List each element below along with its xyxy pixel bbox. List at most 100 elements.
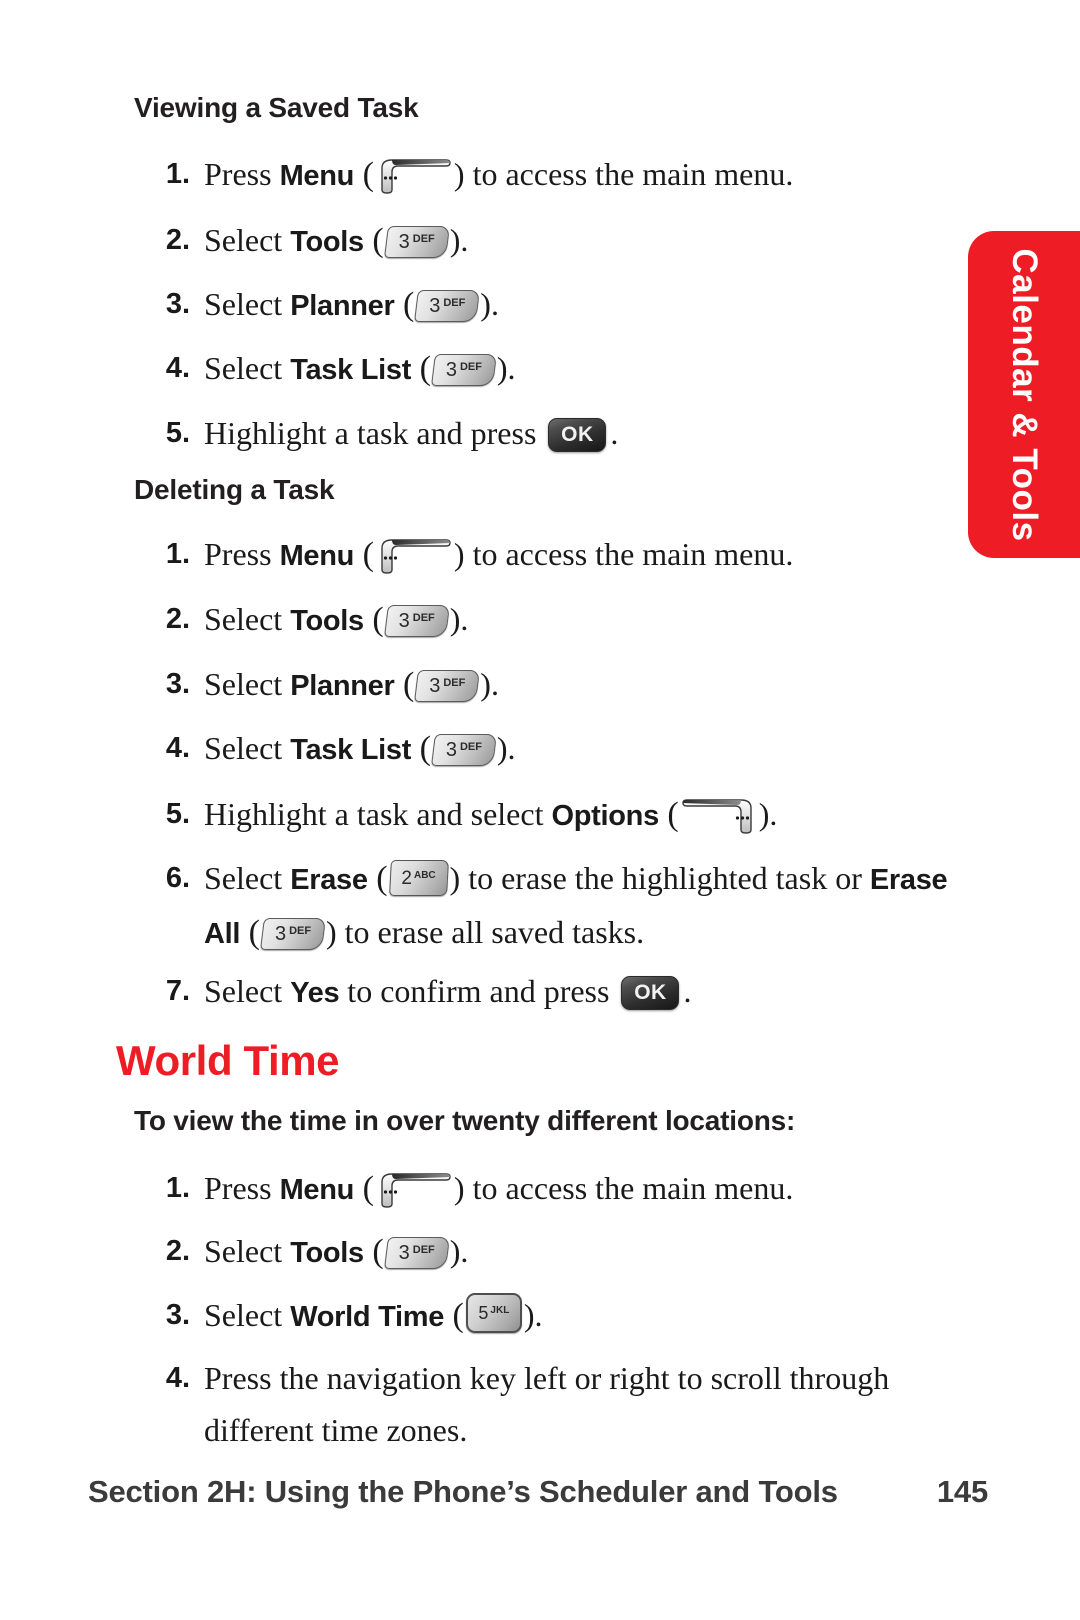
- key-3-def-icon: 3 DEF: [430, 354, 497, 386]
- heading-viewing-a-saved-task: Viewing a Saved Task: [134, 92, 419, 123]
- paren-open: (: [354, 156, 374, 193]
- paren-open: (: [444, 1297, 464, 1334]
- step-number: 1.: [165, 538, 190, 570]
- key-letters: DEF: [412, 1244, 435, 1256]
- soft-left-key-icon: [376, 1170, 452, 1210]
- step-number: 2.: [165, 603, 190, 635]
- key-3-def-icon: 3 DEF: [260, 918, 326, 950]
- step-text-post: ).: [480, 286, 499, 322]
- step-number: 7.: [165, 975, 190, 1007]
- step-number: 4.: [165, 352, 190, 384]
- heading-deleting-a-task: Deleting a Task: [134, 474, 335, 505]
- soft-left-key-icon: [376, 156, 452, 196]
- step-text-pre: Select: [204, 1233, 291, 1269]
- step-text-pre: Press the navigation key left or right t…: [204, 1360, 890, 1448]
- step-text-post: ).: [758, 796, 778, 832]
- paren-open: (: [411, 730, 431, 767]
- step-text-pre: Select: [204, 601, 291, 637]
- key-2-abc-icon: 2 ABC: [388, 860, 449, 896]
- step-text-pre: Select: [204, 286, 291, 322]
- key-3-def-icon: 3 DEF: [430, 734, 497, 766]
- step-bold-options: Options: [551, 800, 659, 832]
- step-bold-planner: Planner: [290, 670, 395, 702]
- paren-open: (: [394, 666, 415, 703]
- key-letters: DEF: [459, 361, 482, 373]
- step-bold-tools: Tools: [290, 226, 364, 258]
- step-text-post-2: ) to erase all saved tasks.: [326, 914, 645, 950]
- key-3-def-icon: 3 DEF: [414, 670, 481, 702]
- footer-section-title: Section 2H: Using the Phone’s Scheduler …: [88, 1474, 838, 1509]
- paren-open: (: [658, 796, 679, 833]
- step-world-4: 4. Press the navigation key left or righ…: [150, 1352, 940, 1456]
- paren-open: (: [363, 1233, 384, 1270]
- soft-right-key-icon: [681, 796, 757, 836]
- key-3-def-icon: 3 DEF: [414, 290, 481, 322]
- ok-key-label: OK: [634, 981, 667, 1004]
- step-text-post: .: [683, 973, 692, 1009]
- key-3-def-icon: 3 DEF: [383, 605, 450, 637]
- soft-left-key-icon: [376, 536, 452, 576]
- manual-page: Calendar & Tools Viewing a Saved Task 1.…: [0, 0, 1080, 1620]
- paren-open: (: [363, 601, 384, 638]
- step-view-2: 2. Select Tools (3 DEF).: [150, 214, 950, 268]
- key-digit: 3: [398, 610, 410, 632]
- step-delete-2: 2. Select Tools (3 DEF).: [150, 593, 950, 647]
- paren-open: (: [354, 536, 374, 573]
- key-letters: ABC: [413, 870, 436, 881]
- step-number: 4.: [165, 732, 190, 764]
- paren-open: (: [363, 222, 384, 259]
- step-text-post: ).: [449, 601, 469, 637]
- paren-open: (: [354, 1170, 374, 1207]
- step-number: 3.: [165, 1299, 190, 1331]
- step-view-3: 3. Select Planner (3 DEF).: [150, 278, 950, 332]
- step-text-post: ) to erase the highlighted task or: [449, 860, 870, 896]
- heading-world-time: World Time: [116, 1037, 340, 1084]
- step-world-3: 3. Select World Time (5 JKL).: [150, 1289, 950, 1343]
- step-text-pre: Highlight a task and select: [204, 796, 552, 832]
- step-bold-menu: Menu: [279, 540, 355, 572]
- step-text-pre: Press: [204, 1170, 280, 1206]
- step-delete-1: 1. Press Menu () to access the main menu…: [150, 528, 950, 582]
- key-letters: DEF: [459, 741, 482, 753]
- step-text-post: ).: [480, 666, 499, 702]
- step-bold-world-time: World Time: [290, 1301, 445, 1333]
- step-text-pre: Select: [204, 730, 291, 766]
- step-delete-5: 5. Highlight a task and select Options (…: [150, 788, 950, 842]
- step-bold-menu: Menu: [279, 160, 355, 192]
- step-bold-planner: Planner: [290, 290, 395, 322]
- side-tab-calendar-tools: Calendar & Tools: [968, 231, 1080, 558]
- step-number: 3.: [165, 668, 190, 700]
- step-view-5: 5. Highlight a task and press OK.: [150, 407, 950, 459]
- ok-key-icon: OK: [621, 976, 680, 1010]
- paren-open: (: [367, 860, 388, 897]
- step-world-1: 1. Press Menu () to access the main menu…: [150, 1162, 950, 1216]
- key-digit: 3: [398, 231, 410, 253]
- step-text-pre: Select: [204, 350, 291, 386]
- key-letters: DEF: [443, 297, 466, 309]
- step-bold-task-list: Task List: [290, 354, 412, 386]
- page-content: Viewing a Saved Task 1. Press Menu () to…: [0, 0, 968, 1620]
- ok-key-icon: OK: [548, 418, 607, 452]
- step-text-pre: Select: [204, 973, 291, 1009]
- step-number: 4.: [165, 1362, 190, 1394]
- key-digit: 3: [398, 1242, 410, 1264]
- step-delete-4: 4. Select Task List (3 DEF).: [150, 722, 950, 776]
- subheading-world-time: To view the time in over twenty differen…: [134, 1105, 796, 1136]
- step-text-pre: Select: [204, 1297, 291, 1333]
- step-delete-7: 7. Select Yes to confirm and press OK.: [150, 965, 950, 1019]
- key-digit: 3: [429, 675, 441, 697]
- key-letters: DEF: [289, 925, 312, 937]
- step-delete-6: 6. Select Erase (2 ABC) to erase the high…: [150, 852, 950, 960]
- step-number: 1.: [165, 1172, 190, 1204]
- step-bold-tools: Tools: [290, 1237, 364, 1269]
- step-text-post: ).: [449, 222, 469, 258]
- key-letters: DEF: [443, 677, 466, 689]
- step-number: 3.: [165, 288, 190, 320]
- step-text-post: ).: [449, 1233, 469, 1269]
- paren-open: (: [394, 286, 415, 323]
- key-3-def-icon: 3 DEF: [383, 226, 450, 258]
- step-world-2: 2. Select Tools (3 DEF).: [150, 1225, 950, 1279]
- footer-page-number: 145: [936, 1474, 988, 1509]
- step-text-post: ).: [523, 1297, 543, 1333]
- step-text-pre: Highlight a task and press: [204, 415, 545, 451]
